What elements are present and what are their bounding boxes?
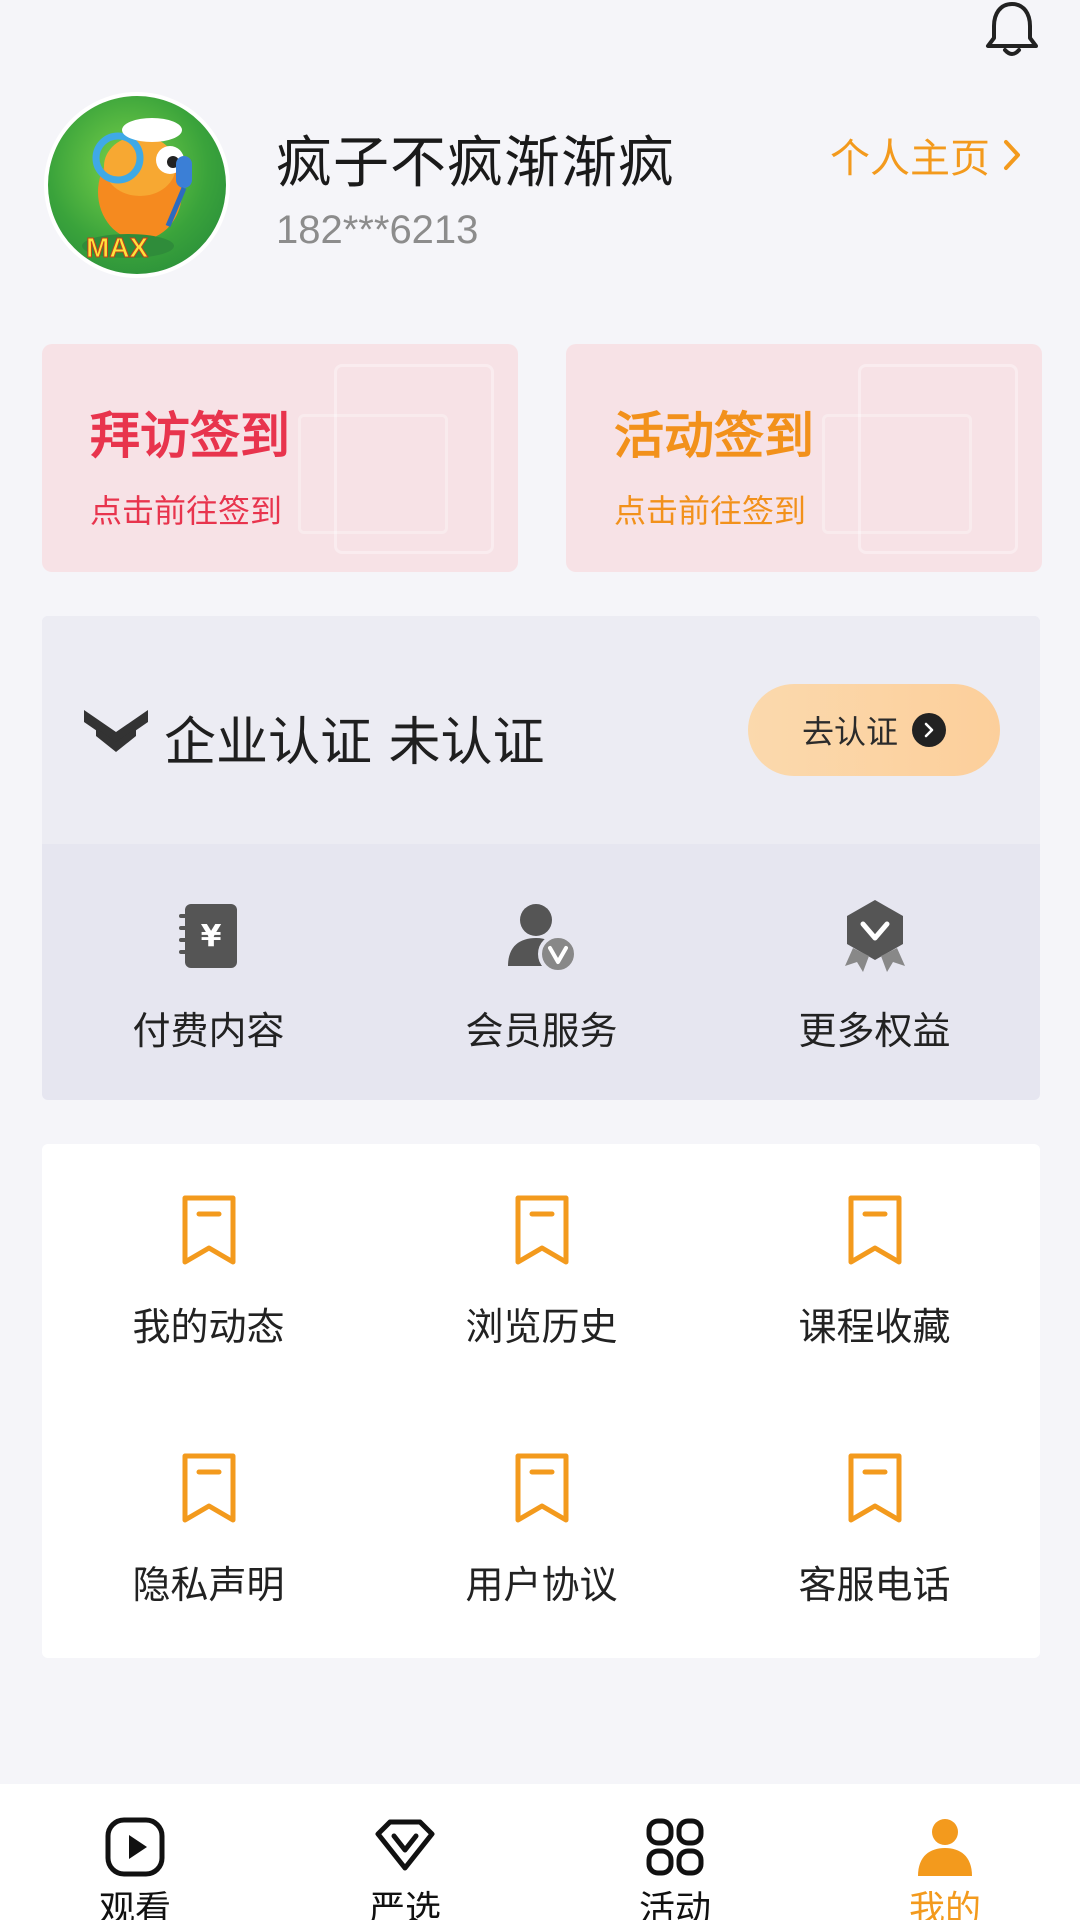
visit-checkin-title: 拜访签到 (90, 407, 290, 465)
menu-grid: 我的动态 浏览历史 课程收藏 隐私声明 用户协议 客服电话 (42, 1144, 1040, 1658)
bookmark-icon (848, 1453, 901, 1523)
nav-mine[interactable]: 我的 (810, 1784, 1080, 1920)
menu-label: 浏览历史 (465, 1305, 618, 1349)
go-certify-label: 去认证 (801, 713, 898, 751)
nav-label: 观看 (98, 1889, 171, 1920)
visit-checkin-subtitle: 点击前往签到 (90, 492, 283, 530)
menu-item-privacy[interactable]: 隐私声明 (42, 1402, 375, 1660)
arrow-right-circle-icon (912, 713, 946, 747)
menu-item-customer-service[interactable]: 客服电话 (708, 1402, 1041, 1660)
bookmark-icon (515, 1453, 568, 1523)
diamond-v-icon (375, 1819, 435, 1871)
avatar-text: MAX (85, 232, 149, 264)
menu-item-history[interactable]: 浏览历史 (375, 1144, 708, 1402)
bookmark-icon (515, 1195, 568, 1265)
benefit-paid-content[interactable]: ¥ 付费内容 (42, 844, 375, 1100)
play-icon (105, 1817, 165, 1877)
menu-label: 我的动态 (132, 1305, 285, 1349)
homepage-link[interactable]: 个人主页 (830, 126, 1022, 184)
activity-checkin-card[interactable]: 活动签到 点击前往签到 (566, 344, 1042, 572)
benefit-label: 更多权益 (798, 1009, 951, 1053)
nav-label: 活动 (638, 1889, 711, 1920)
menu-item-user-agreement[interactable]: 用户协议 (375, 1402, 708, 1660)
bookmark-icon (848, 1195, 901, 1265)
card-decoration (822, 414, 972, 534)
person-icon (918, 1819, 972, 1876)
svg-text:¥: ¥ (200, 919, 221, 954)
menu-label: 用户协议 (465, 1563, 618, 1607)
menu-item-course-favorites[interactable]: 课程收藏 (708, 1144, 1041, 1402)
menu-label: 隐私声明 (132, 1563, 285, 1607)
notification-bell-icon[interactable] (982, 0, 1042, 60)
menu-item-my-posts[interactable]: 我的动态 (42, 1144, 375, 1402)
go-certify-button[interactable]: 去认证 (748, 684, 1000, 776)
certification-status: 企业认证 未认证 (164, 713, 545, 773)
menu-label: 课程收藏 (798, 1305, 951, 1349)
chevron-right-icon (1004, 140, 1020, 170)
certification-header: 企业认证 未认证 去认证 (42, 616, 1040, 844)
paid-content-icon: ¥ (178, 904, 237, 968)
visit-checkin-card[interactable]: 拜访签到 点击前往签到 (42, 344, 518, 572)
bookmark-icon (182, 1195, 235, 1265)
certification-logo-icon (84, 710, 148, 752)
nav-label: 我的 (908, 1889, 981, 1920)
nav-label: 严选 (368, 1889, 441, 1920)
menu-label: 客服电话 (798, 1563, 951, 1607)
avatar[interactable]: MAX (44, 92, 230, 278)
activity-checkin-title: 活动签到 (614, 407, 814, 465)
more-benefits-icon (844, 900, 905, 972)
homepage-label: 个人主页 (830, 136, 990, 182)
benefit-member-service[interactable]: 会员服务 (375, 844, 708, 1100)
benefit-more[interactable]: 更多权益 (708, 844, 1040, 1100)
grid-icon (646, 1818, 704, 1876)
certification-panel: 企业认证 未认证 去认证 ¥ 付费内容 会员服务 更多权益 (42, 616, 1040, 1100)
nav-watch[interactable]: 观看 (0, 1784, 270, 1920)
nav-activity[interactable]: 活动 (540, 1784, 810, 1920)
bookmark-icon (182, 1453, 235, 1523)
benefit-label: 会员服务 (465, 1009, 618, 1053)
benefit-label: 付费内容 (132, 1009, 285, 1053)
user-phone: 182***6213 (276, 208, 479, 252)
member-service-icon (507, 904, 578, 974)
activity-checkin-subtitle: 点击前往签到 (614, 492, 807, 530)
nav-selected[interactable]: 严选 (270, 1784, 540, 1920)
card-decoration (298, 414, 448, 534)
user-name: 疯子不疯渐渐疯 (276, 131, 675, 196)
bottom-nav: 观看 严选 活动 我的 (0, 1784, 1080, 1920)
benefits-row: ¥ 付费内容 会员服务 更多权益 (42, 844, 1040, 1100)
